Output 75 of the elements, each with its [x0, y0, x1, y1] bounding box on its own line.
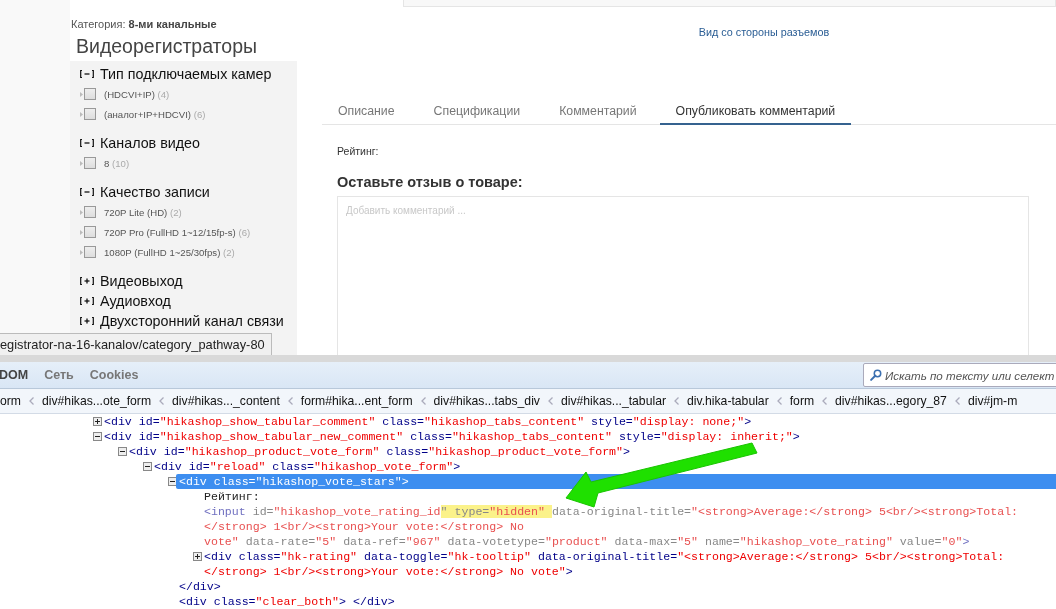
devtools-tab[interactable]: Сеть	[44, 368, 74, 382]
filter-option[interactable]: 720P Lite (HD) (2)	[104, 206, 182, 218]
breadcrumb-item[interactable]: div#hikas..._content	[172, 394, 280, 408]
chevron-icon	[420, 397, 426, 405]
breadcrumb-item[interactable]: div#hikas...ote_form	[42, 394, 152, 408]
checkbox[interactable]	[84, 246, 96, 258]
filter-option[interactable]: 8 (10)	[104, 157, 130, 169]
code-line[interactable]: <div id="hikashop_product_vote_form" class="hikashop_product_vote_form">	[129, 444, 630, 459]
devtools-tab[interactable]: DOM	[0, 368, 29, 382]
search-icon	[870, 369, 882, 381]
collapse-icon[interactable]	[80, 188, 94, 196]
code-line[interactable]: </strong> 1<br/><strong>Your vote:</strong> No vote">	[204, 564, 573, 579]
expand-icon[interactable]	[80, 277, 94, 285]
breadcrumb-item[interactable]: form	[789, 394, 815, 408]
tab[interactable]: Комментарий	[543, 96, 653, 123]
chevron-icon	[954, 397, 960, 405]
filter-group-title[interactable]: Двухсторонний канал связи	[100, 313, 284, 329]
expand-icon[interactable]	[93, 417, 102, 426]
checkbox[interactable]	[84, 157, 96, 169]
code-line[interactable]: <input id="hikashop_vote_rating_id" type="hidden" data-original-title="<strong>Average:</strong> 5<br/><strong>Total:	[204, 504, 1019, 519]
checkbox[interactable]	[84, 108, 96, 120]
code-line[interactable]: <div class="hk-rating" data-toggle="hk-tooltip" data-original-title="<strong>Average:</strong> 5<br/><strong>Total:	[204, 549, 1005, 564]
code-line[interactable]: </div>	[179, 579, 221, 594]
collapse-icon[interactable]	[118, 447, 127, 456]
code-line[interactable]: Рейтинг:	[204, 489, 260, 504]
breadcrumb-item[interactable]: div#hikas..._tabular	[560, 394, 666, 408]
filter-option[interactable]: 720P Pro (FullHD 1~12/15fp-s) (6)	[104, 226, 251, 238]
breadcrumb-item[interactable]: orm	[0, 394, 21, 408]
collapse-icon[interactable]	[143, 462, 152, 471]
chevron-icon	[776, 397, 782, 405]
expand-icon[interactable]	[80, 317, 94, 325]
filter-group-title[interactable]: Аудиовход	[100, 293, 171, 309]
search-field[interactable]: Искать по тексту или селект	[863, 363, 1056, 387]
filter-group-title[interactable]: Тип подключаемых камер	[100, 66, 272, 82]
breadcrumb-item[interactable]: div.hika-tabular	[686, 394, 769, 408]
collapse-icon[interactable]	[80, 139, 94, 147]
connector-view-link[interactable]: Вид со стороны разъемов	[698, 26, 830, 38]
chevron-icon	[547, 397, 553, 405]
code-line[interactable]: vote" data-rate="5" data-ref="967" data-votetype="product" data-max="5" name="hikashop_vote_rating" value="0">	[204, 534, 970, 549]
expand-icon[interactable]	[193, 552, 202, 561]
tab[interactable]: Описание	[322, 96, 411, 123]
collapse-icon[interactable]	[93, 432, 102, 441]
category-line: Категория: 8-ми канальные	[70, 18, 218, 32]
filter-group-title[interactable]: Каналов видео	[100, 135, 200, 151]
breadcrumb-item[interactable]: div#hikas...tabs_div	[433, 394, 540, 408]
tab[interactable]: Опубликовать комментарий	[659, 96, 852, 125]
filter-option[interactable]: (HDCVI+IP) (4)	[104, 88, 170, 100]
code-line[interactable]: <div class="clear_both"> </div>	[179, 594, 395, 609]
status-url: egistrator-na-16-kanalov/category_pathway-80	[0, 333, 272, 355]
chevron-icon	[673, 397, 679, 405]
chevron-icon	[822, 397, 828, 405]
filter-group-title[interactable]: Качество записи	[100, 184, 210, 200]
review-heading: Оставьте отзыв о товаре:	[337, 174, 524, 190]
chevron-icon	[159, 397, 165, 405]
checkbox[interactable]	[84, 226, 96, 238]
collapse-icon[interactable]	[80, 70, 94, 78]
filter-group-title[interactable]: Видеовыход	[100, 273, 183, 289]
filter-option[interactable]: (аналог+IP+HDCVI) (6)	[104, 108, 206, 120]
breadcrumb-item[interactable]: div#hikas...egory_87	[835, 394, 947, 408]
expand-icon[interactable]	[80, 297, 94, 305]
filter-option[interactable]: 1080P (FullHD 1~25/30fps) (2)	[104, 246, 235, 258]
category-heading: Видеорегистраторы	[75, 35, 259, 59]
tab[interactable]: Спецификации	[417, 96, 537, 123]
checkbox[interactable]	[84, 88, 96, 100]
code-line[interactable]: <div id="hikashop_show_tabular_comment" class="hikashop_tabs_content" style="display: none;">	[104, 414, 752, 429]
code-line[interactable]: <div id="hikashop_show_tabular_new_comment" class="hikashop_tabs_content" style="display: inherit;">	[104, 429, 800, 444]
breadcrumb-item[interactable]: form#hika...ent_form	[300, 394, 413, 408]
code-line[interactable]: </strong> 1<br/><strong>Your vote:</strong> No	[204, 519, 525, 534]
chevron-icon	[29, 397, 34, 405]
code-line[interactable]: <div id="reload" class="hikashop_vote_form">	[154, 459, 461, 474]
chevron-icon	[287, 397, 293, 405]
rating-label: Рейтинг:	[337, 145, 380, 157]
checkbox[interactable]	[84, 206, 96, 218]
breadcrumb-item[interactable]: div#jm-m	[967, 394, 1018, 408]
devtools-tab[interactable]: Cookies	[89, 368, 139, 382]
